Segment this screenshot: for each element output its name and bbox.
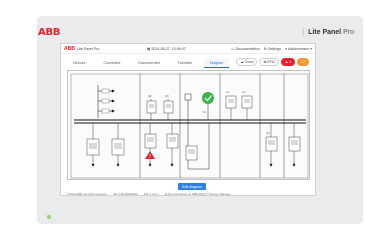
epic-label: EPiC	[267, 60, 275, 64]
alarm-count: 4	[289, 60, 292, 64]
calendar-icon: ▦	[147, 47, 151, 51]
warning-count: 2	[303, 60, 305, 64]
alarm-badge[interactable]: ▲ 4	[281, 58, 296, 66]
documentation-label: Documentation	[235, 47, 260, 51]
energy-manager-link[interactable]: ⧉ Documentation on ABB Ability™ Energy M…	[165, 192, 231, 196]
firmware-version: FW: 1.0.0.1	[143, 191, 159, 196]
status-group: ☁ Cloud ⇆ EPiC ▲ 4 ! 2	[236, 58, 309, 66]
tab-diagram[interactable]: Diagram	[204, 59, 230, 68]
datetime: ▦ 2024-06-27, 10:49:47	[147, 47, 186, 51]
documentation-link[interactable]: ▭ Documentation	[231, 47, 260, 51]
tab-devices[interactable]: Devices	[67, 59, 91, 68]
alarm-icon: ▲	[285, 60, 289, 64]
energy-manager-link-text: Documentation on ABB Ability™ Energy Man…	[167, 191, 231, 196]
user-label: Administrator	[288, 47, 310, 51]
footer: ©2024 ABB. All rights reserved. SN: 1SDA…	[67, 191, 311, 196]
cloud-icon: ☁	[240, 60, 244, 64]
cloud-status[interactable]: ☁ Cloud	[236, 58, 258, 66]
feeder-label-61: 6.1	[203, 110, 207, 114]
screen: ABB Lite Panel Pro ▦ 2024-06-27, 10:49:4…	[60, 43, 316, 196]
chevron-down-icon: ▾	[310, 47, 312, 51]
ok-status-icon	[202, 92, 214, 104]
warning-icon: !	[301, 60, 303, 64]
app-name: Lite Panel Pro	[76, 46, 100, 51]
document-icon: ▭	[231, 47, 235, 51]
device-title: | Lite Panel Pro	[302, 29, 354, 36]
feeder-label-q2: Q2	[148, 94, 152, 98]
device-title-name: Lite Panel	[308, 29, 342, 36]
warning-badge[interactable]: ! 2	[297, 58, 309, 66]
copyright-text: ©2024 ABB. All rights reserved.	[67, 191, 108, 196]
user-menu[interactable]: ● Administrator ▾	[285, 47, 312, 51]
single-line-diagram: ! Q2 Q3 4.1 4.2 6.1 Q4	[67, 70, 310, 180]
tab-connected[interactable]: Connected	[97, 59, 126, 68]
top-bar-actions: ▭ Documentation ⚙ Settings ● Administrat…	[231, 47, 312, 51]
app-logo: ABB	[64, 45, 75, 52]
feeder-label-q4: Q4	[266, 131, 270, 135]
device-logo: ABB	[38, 27, 61, 38]
external-link-icon: ⧉	[164, 191, 167, 196]
power-led	[47, 215, 51, 219]
device-title-suffix: Pro	[343, 29, 354, 36]
datetime-text: 2024-06-27, 10:49:47	[151, 47, 186, 51]
gear-icon: ⚙	[263, 47, 268, 51]
diagram-canvas: ! Q2 Q3 4.1 4.2 6.1 Q4	[70, 73, 309, 179]
user-icon: ●	[285, 47, 288, 51]
feeder-label-42: 4.2	[242, 90, 246, 94]
cloud-label: Cloud	[244, 60, 254, 64]
feeder-label-41: 4.1	[226, 90, 230, 94]
settings-label: Settings	[268, 47, 282, 51]
epic-status[interactable]: ⇆ EPiC	[259, 58, 279, 66]
link-icon: ⇆	[263, 60, 267, 64]
device-title-separator: |	[302, 29, 305, 36]
tab-favorites[interactable]: Favorites	[172, 59, 198, 68]
top-bar: ABB Lite Panel Pro ▦ 2024-06-27, 10:49:4…	[61, 44, 315, 54]
tab-disconnected[interactable]: Disconnected	[132, 59, 165, 68]
settings-link[interactable]: ⚙ Settings	[264, 47, 281, 51]
serial-number: SN: 1SDA0000002	[113, 191, 138, 196]
edit-diagram-button[interactable]: Edit diagram	[178, 183, 206, 190]
feeder-label-q3: Q3	[165, 94, 169, 98]
